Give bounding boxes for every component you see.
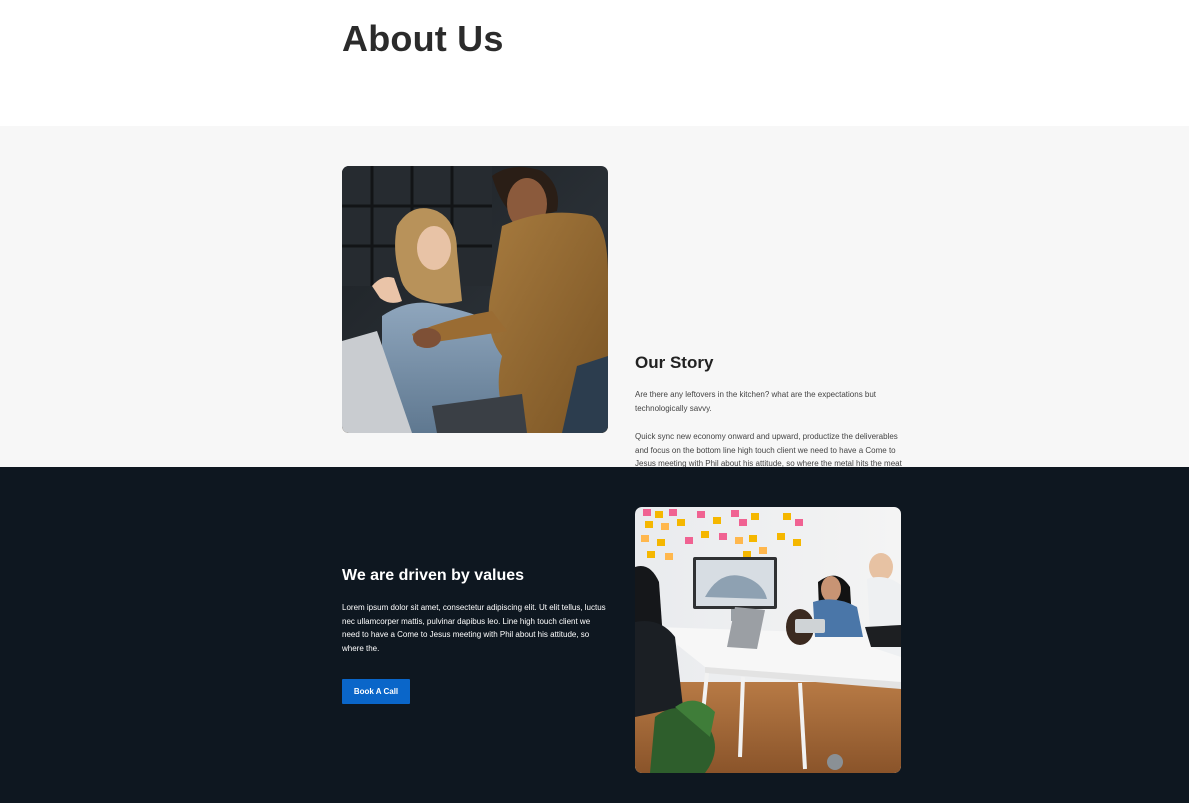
story-photo xyxy=(342,166,608,433)
story-paragraph-1: Are there any leftovers in the kitchen? … xyxy=(635,390,877,413)
book-a-call-button[interactable]: Book A Call xyxy=(342,679,410,704)
story-heading: Our Story xyxy=(635,353,714,372)
hero-section: About Us xyxy=(0,0,1189,126)
our-story-section: Our Story Are there any leftovers in the… xyxy=(0,126,1189,482)
page-title: About Us xyxy=(342,18,504,59)
values-heading: We are driven by values xyxy=(342,567,525,584)
values-paragraph: Lorem ipsum dolor sit amet, consectetur … xyxy=(342,603,606,653)
values-section: We are driven by values Lorem ipsum dolo… xyxy=(0,467,1189,803)
values-photo xyxy=(635,507,901,773)
